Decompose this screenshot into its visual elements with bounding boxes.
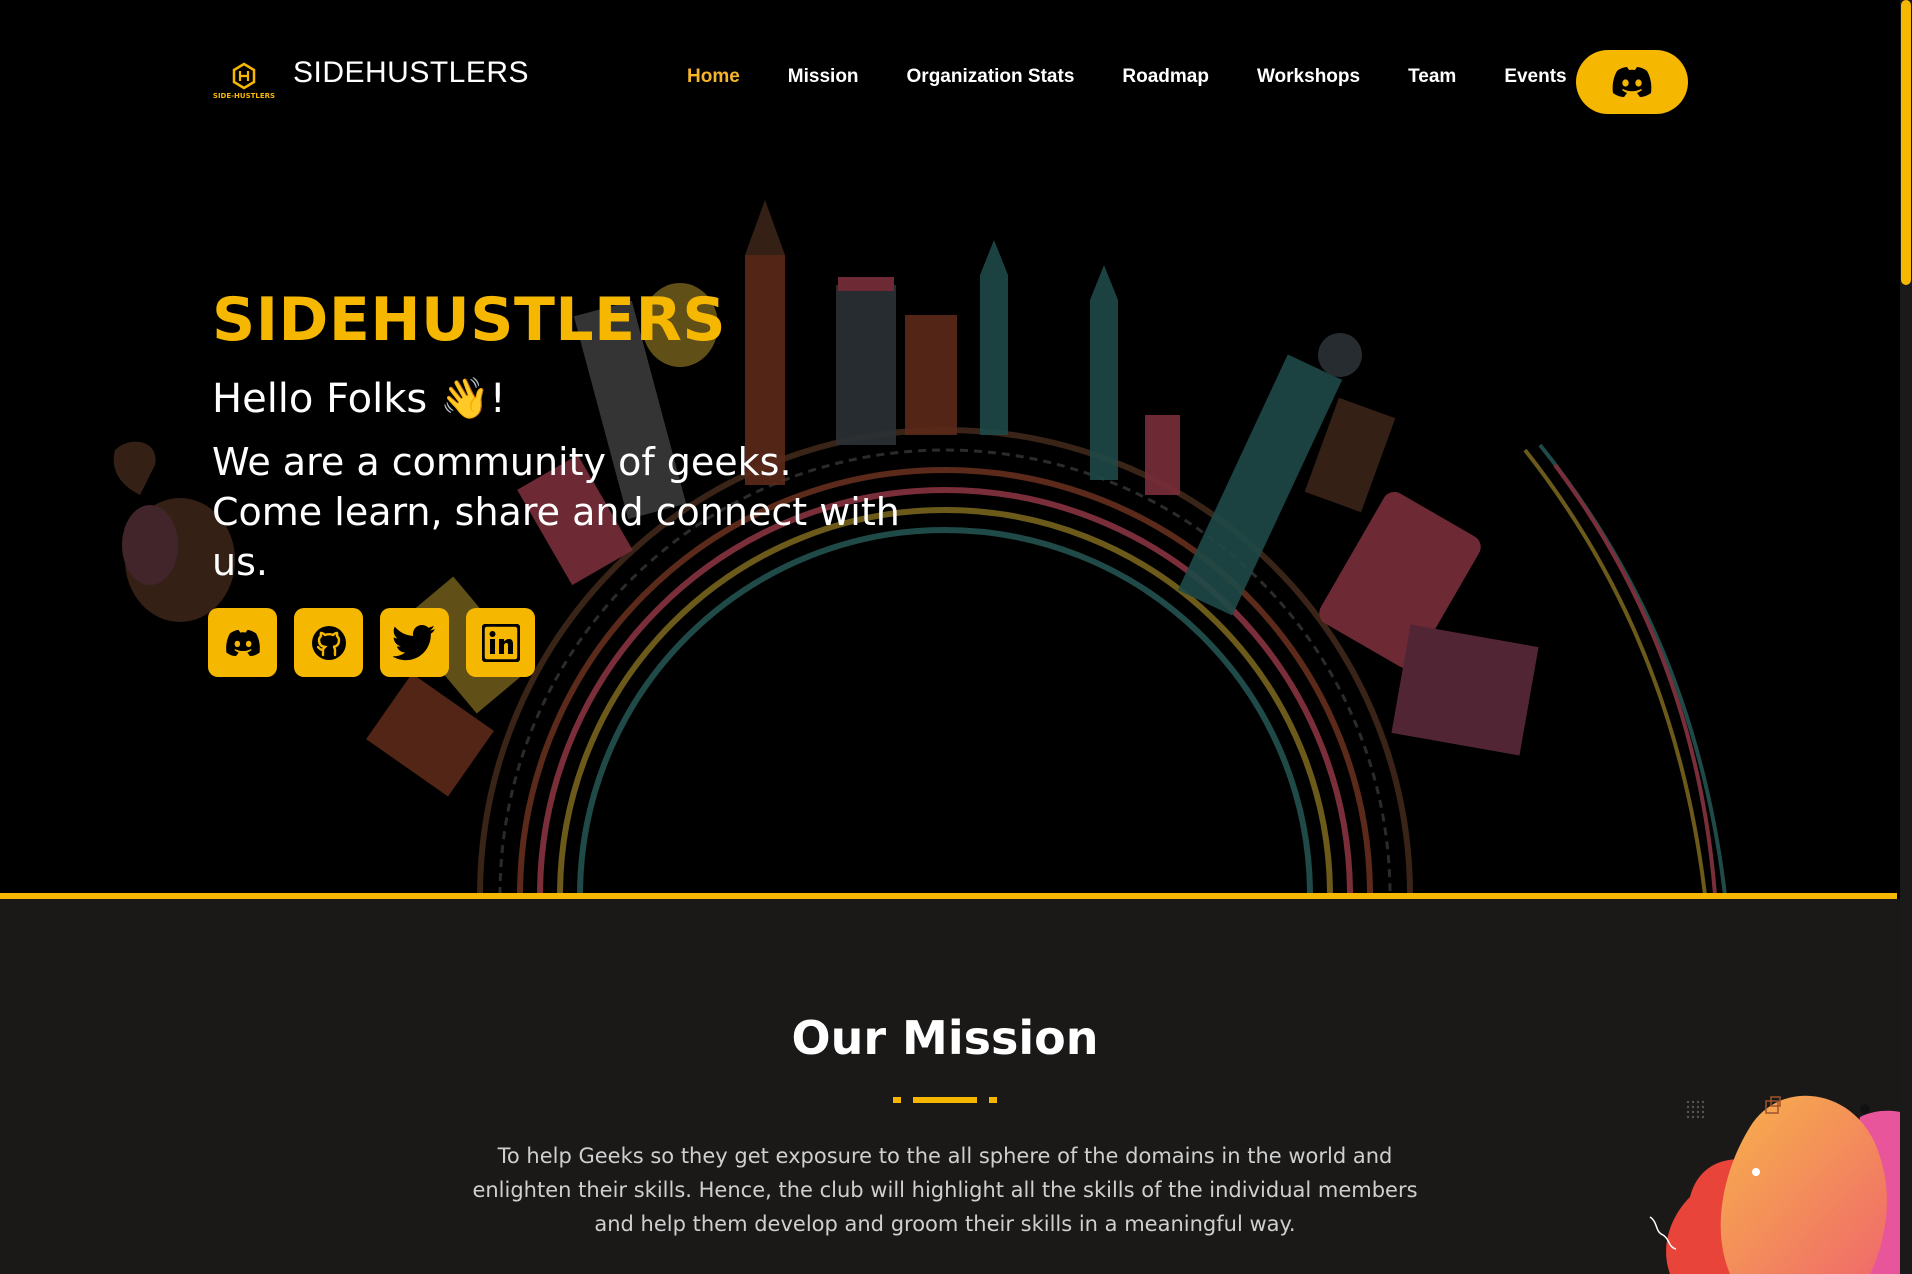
discord-icon [1612,67,1652,97]
nav-workshops[interactable]: Workshops [1257,66,1360,88]
site-header: SIDE-HUSTLERS SIDEHUSTLERS Home Mission … [0,0,1900,165]
discord-icon [225,629,260,656]
sidehustlers-logo[interactable]: SIDE-HUSTLERS [212,58,276,104]
page-scrollbar[interactable] [1900,0,1912,1274]
title-underline-decoration [893,1097,997,1103]
github-icon [311,625,346,660]
main-nav: Home Mission Organization Stats Roadmap … [687,66,1615,88]
discord-link[interactable] [208,608,277,677]
scrollbar-thumb[interactable] [1901,0,1911,285]
mission-section: Our Mission To help Geeks so they get ex… [0,899,1900,1274]
twitter-link[interactable] [380,608,449,677]
linkedin-icon [481,623,520,662]
hero-tagline: We are a community of geeks. Come learn,… [212,440,900,584]
hero-title: SIDEHUSTLERS [212,285,727,355]
nav-organization-stats[interactable]: Organization Stats [907,66,1075,88]
mission-title: Our Mission [791,1011,1099,1065]
nav-team[interactable]: Team [1408,66,1456,88]
discord-join-button[interactable] [1576,50,1688,114]
svg-text:SIDE-HUSTLERS: SIDE-HUSTLERS [213,92,275,100]
twitter-icon [392,624,435,660]
hero-greeting: Hello Folks 👋! [212,376,506,422]
linkedin-link[interactable] [466,608,535,677]
nav-events[interactable]: Events [1504,66,1566,88]
nav-home[interactable]: Home [687,66,740,88]
hero-section: SIDEHUSTLERS Hello Folks 👋! We are a com… [0,165,1900,895]
nav-mission[interactable]: Mission [788,66,859,88]
mission-description: To help Geeks so they get exposure to th… [472,1144,1418,1236]
decorative-blob-illustration [1649,1095,1900,1274]
brand-name[interactable]: SIDEHUSTLERS [293,56,529,90]
nav-roadmap[interactable]: Roadmap [1122,66,1209,88]
github-link[interactable] [294,608,363,677]
social-links [208,608,535,677]
